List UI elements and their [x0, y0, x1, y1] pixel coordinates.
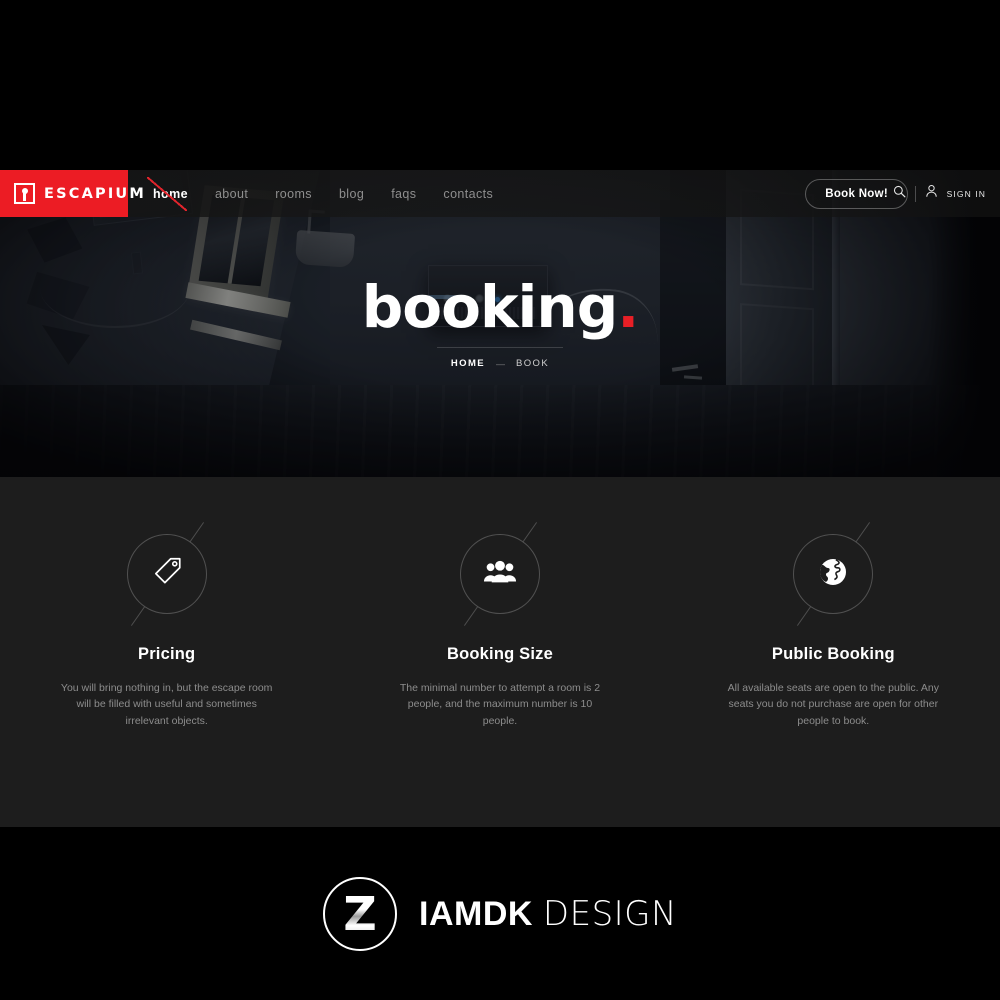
header-tools: SIGN IN — [893, 170, 986, 217]
feature-card-public-booking: Public Booking All available seats are o… — [667, 519, 1000, 729]
header-divider — [914, 185, 916, 202]
globe-icon — [817, 556, 849, 593]
feature-description: All available seats are open to the publ… — [727, 682, 939, 727]
page-root: ESCAPIUM home about rooms blog faqs cont… — [0, 0, 1000, 1000]
feature-description: You will bring nothing in, but the escap… — [60, 682, 273, 727]
feature-title: Public Booking — [771, 645, 895, 663]
nav-item-blog[interactable]: blog — [338, 184, 365, 204]
logo-text: ESCAPIUM — [44, 185, 147, 202]
nav-item-contacts[interactable]: contacts — [442, 184, 494, 204]
brand-footer: Z IAMDK DESIGN — [0, 827, 1000, 1000]
breadcrumb-current: BOOK — [516, 358, 550, 369]
features-section: Pricing You will bring nothing in, but t… — [0, 477, 1000, 827]
breadcrumb: HOME — BOOK — [437, 347, 563, 369]
nav-item-faqs[interactable]: faqs — [390, 184, 417, 204]
price-tag-icon — [150, 555, 184, 594]
user-icon[interactable] — [925, 184, 938, 203]
brand-mark-letter: Z — [343, 886, 377, 941]
page-title-text: booking — [361, 273, 618, 341]
logo[interactable]: ESCAPIUM — [0, 170, 144, 217]
feature-title: Booking Size — [446, 645, 553, 663]
signin-label[interactable]: SIGN IN — [947, 189, 986, 199]
site-header: ESCAPIUM home about rooms blog faqs cont… — [0, 170, 1000, 217]
feature-title: Pricing — [137, 645, 196, 663]
feature-icon-circle — [459, 534, 540, 614]
feature-description: The minimal number to attempt a room is … — [399, 682, 601, 727]
brand-name-bold: IAMDK — [419, 894, 533, 933]
feature-icon-circle — [793, 534, 874, 614]
nav-item-home[interactable]: home — [147, 176, 189, 211]
breadcrumb-separator: — — [496, 358, 506, 369]
brand-name: IAMDK DESIGN — [419, 894, 677, 934]
nav-item-rooms[interactable]: rooms — [274, 184, 313, 204]
page-title: booking. — [362, 278, 640, 336]
iamdk-z-logo-icon: Z — [323, 876, 398, 951]
feature-icon-circle — [126, 534, 207, 614]
top-black-band — [0, 0, 1000, 170]
keyhole-badge-icon — [14, 183, 35, 204]
group-people-icon — [483, 558, 517, 591]
feature-card-booking-size: Booking Size The minimal number to attem… — [333, 519, 666, 729]
nav-item-about[interactable]: about — [214, 184, 249, 204]
search-icon[interactable] — [893, 185, 906, 203]
feature-card-pricing: Pricing You will bring nothing in, but t… — [0, 519, 333, 729]
breadcrumb-home[interactable]: HOME — [451, 358, 485, 369]
brand-name-light: DESIGN — [542, 893, 677, 934]
main-nav: home about rooms blog faqs contacts — [147, 170, 494, 217]
title-dot: . — [617, 273, 639, 341]
breadcrumb-rule — [437, 347, 563, 348]
